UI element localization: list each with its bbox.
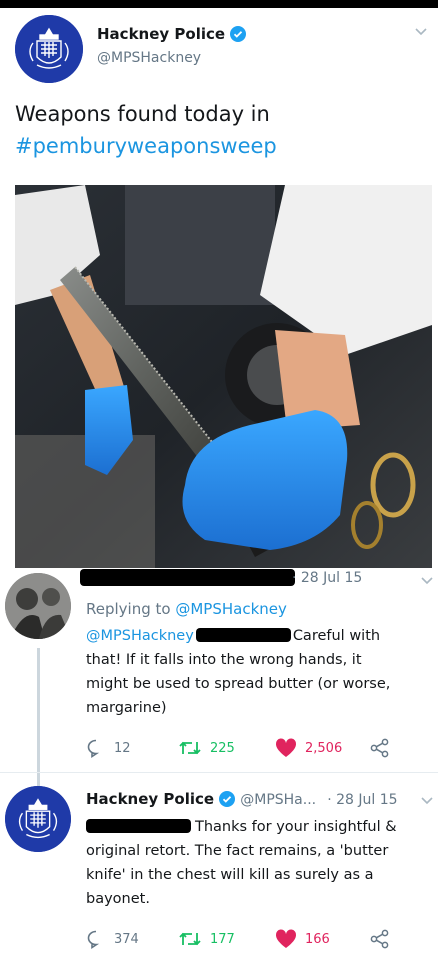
share-icon[interactable] [370,738,390,758]
retweet-count: 225 [210,740,235,756]
redacted-mention [195,628,291,642]
reply-icon [87,739,100,758]
main-author-line: Hackney Police [97,24,247,43]
retweet-icon [179,932,201,946]
replying-to: Replying to @MPSHackney [86,600,287,618]
share-icon[interactable] [370,929,390,949]
retweet-button[interactable]: 225 [178,738,235,758]
like-count: 166 [305,931,330,947]
chevron-down-icon[interactable] [420,576,434,586]
verified-icon [230,26,247,42]
reply-button[interactable]: 12 [86,738,131,758]
chevron-down-icon[interactable] [420,796,434,806]
like-count: 2,506 [305,740,343,756]
replier-avatar[interactable] [5,573,71,639]
top-edge [0,0,438,8]
author-name[interactable]: Hackney Police [86,790,214,808]
reply1-text-line: might be used to spread butter (or worse… [86,676,391,692]
reply2-text-line: bayonet. [86,891,150,907]
like-button[interactable]: 166 [275,929,330,949]
hackney-police-avatar[interactable] [15,15,83,83]
tweet-text-line: Weapons found today in [15,102,270,126]
reply2-date[interactable]: · 28 Jul 15 [327,792,397,808]
author-handle[interactable]: @MPSHa... [240,792,316,808]
verified-icon [219,791,236,807]
reply2-text-first: Thanks for your insightful & [195,819,397,835]
reply1-text-after-mention: Careful with [292,628,381,644]
mention-link[interactable]: @MPSHackney [86,628,194,644]
reply-icon [87,930,100,949]
chevron-down-icon[interactable] [414,27,428,37]
author-handle[interactable]: @MPSHackney [97,50,201,66]
divider [0,772,438,773]
reply-count: 374 [114,931,139,947]
retweet-count: 177 [210,931,235,947]
reply2-author-line: Hackney Police @MPSHa... · 28 Jul 15 [86,789,398,808]
retweet-button[interactable]: 177 [178,929,235,949]
thread-line [37,648,40,808]
like-icon [275,738,297,757]
reply1-text-line: @MPSHackney Careful with [86,624,390,648]
reply-count: 12 [114,740,131,756]
tweet-text: Weapons found today in #pemburyweaponswe… [15,98,277,162]
reply2-text-line: original retort. The fact remains, a 'bu… [86,843,389,859]
like-button[interactable]: 2,506 [275,738,342,758]
hackney-police-avatar[interactable] [5,786,71,852]
author-name[interactable]: Hackney Police [97,25,225,43]
reply1-text-line: margarine) [86,700,167,716]
redacted-author [80,569,295,586]
reply2-text-line: knife' in the chest will kill as surely … [86,867,374,883]
redacted-mention [86,819,191,833]
replying-to-handle[interactable]: @MPSHackney [175,600,287,618]
reply2-text: Thanks for your insightful & original re… [86,815,397,911]
reply-button[interactable]: 374 [86,929,139,949]
reply1-text-line: that! If it falls into the wrong hands, … [86,652,362,668]
reply2-text-line: Thanks for your insightful & [86,815,397,839]
reply1-date[interactable]: · 28 Jul 15 [292,570,362,586]
like-icon [275,929,297,948]
reply1-text: @MPSHackney Careful with that! If it fall… [86,624,390,720]
tweet-photo[interactable] [15,185,432,568]
replying-to-prefix: Replying to [86,600,176,618]
hashtag-link[interactable]: #pemburyweaponsweep [15,130,277,162]
retweet-icon [179,741,201,755]
